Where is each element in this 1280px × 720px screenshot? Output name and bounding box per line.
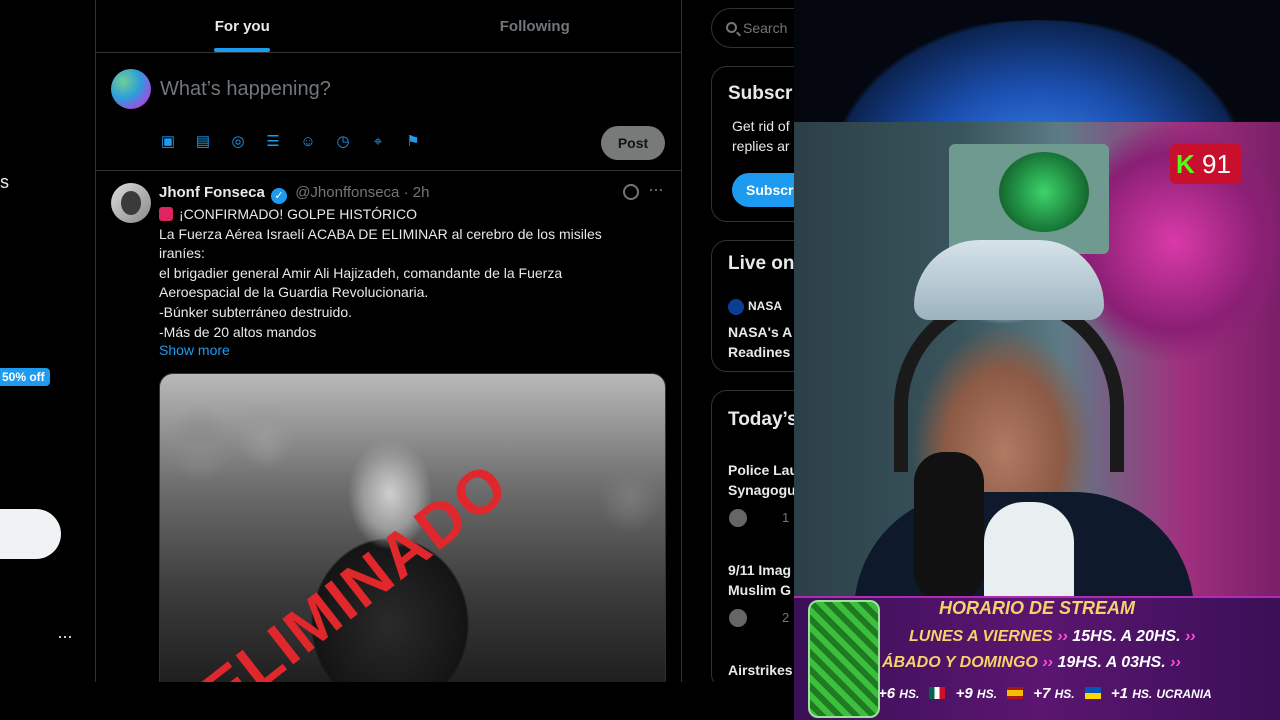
arrow-icon: ›› bbox=[1042, 654, 1053, 671]
schedule-row: LUNES A VIERNES ›› 15HS. A 20HS. ›› bbox=[909, 628, 1196, 645]
webcam-feed bbox=[794, 122, 1280, 612]
flag-icon[interactable]: ⚑ bbox=[405, 134, 421, 150]
tweet-line: Aeroespacial de la Guardia Revolucionari… bbox=[159, 284, 429, 301]
subscribe-button[interactable]: Subscr bbox=[732, 173, 794, 207]
live-source[interactable]: NASA bbox=[748, 299, 782, 313]
timeline-tabs: For you Following bbox=[96, 0, 681, 53]
tweet-time[interactable]: · 2h bbox=[404, 184, 430, 201]
premium-promo-badge[interactable]: 50% off bbox=[0, 368, 50, 386]
ellipsis-icon[interactable]: ··· bbox=[57, 626, 73, 647]
compose-toolbar: ▣ ▤ ◎ ☰ ☺ ◷ ⌖ ⚑ bbox=[160, 134, 421, 150]
show-more-link[interactable]: Show more bbox=[159, 342, 230, 358]
siren-icon bbox=[159, 207, 173, 221]
nasa-logo-icon bbox=[728, 299, 744, 315]
post-button[interactable] bbox=[0, 509, 61, 559]
streamer-shirt bbox=[854, 492, 1194, 612]
verified-badge-icon: ✓ bbox=[271, 188, 288, 204]
tweet-line: el brigadier general Amir Ali Hajizadeh,… bbox=[159, 264, 563, 281]
microphone bbox=[914, 452, 984, 602]
news-avatar bbox=[728, 508, 748, 528]
compose-post-button[interactable]: Post bbox=[601, 126, 665, 160]
grok-icon[interactable]: ◎ bbox=[230, 134, 246, 150]
search-icon bbox=[726, 22, 737, 33]
news-item[interactable]: 9/11 Imag Muslim G bbox=[728, 561, 791, 600]
live-title: Live on bbox=[728, 253, 794, 274]
ukraine-flag-icon bbox=[1084, 687, 1101, 699]
subscribe-title: Subscr bbox=[728, 83, 793, 104]
left-navigation: s 50% off ··· bbox=[0, 0, 95, 682]
subscribe-text: Get rid of replies ar bbox=[732, 118, 790, 154]
right-sidebar: Search Subscr Get rid of replies ar Subs… bbox=[682, 0, 794, 682]
radar-prop bbox=[949, 144, 1109, 254]
schedule-row: ÁBADO Y DOMINGO ›› 19HS. A 03HS. ›› bbox=[882, 654, 1181, 671]
tab-for-you[interactable]: For you bbox=[96, 0, 389, 52]
user-avatar[interactable] bbox=[111, 69, 151, 109]
news-item[interactable]: Police Lau Synagogu bbox=[728, 461, 794, 500]
search-input[interactable]: Search bbox=[711, 8, 794, 48]
spain-flag-icon bbox=[1007, 687, 1024, 699]
tweet-line: -Más de 20 altos mandos bbox=[159, 323, 317, 340]
tweet-line: -Búnker subterráneo destruido. bbox=[159, 303, 352, 320]
tweet-line: ¡CONFIRMADO! GOLPE HISTÓRICO bbox=[159, 205, 619, 225]
tweet-image[interactable]: ELIMINADO bbox=[159, 373, 666, 682]
tweet-line: La Fuerza Aérea Israelí ACABA DE ELIMINA… bbox=[159, 225, 602, 242]
eliminado-stamp: ELIMINADO bbox=[190, 449, 522, 682]
earth-banner bbox=[794, 0, 1280, 240]
news-title: Today’s bbox=[728, 409, 794, 430]
tweet-author-avatar[interactable] bbox=[111, 183, 151, 223]
mexico-flag-icon bbox=[929, 687, 946, 699]
gif-icon[interactable]: ▤ bbox=[195, 134, 211, 150]
bottom-black-bar bbox=[0, 682, 794, 720]
tweet-text: ¡CONFIRMADO! GOLPE HISTÓRICO La Fuerza A… bbox=[159, 205, 619, 342]
tab-following[interactable]: Following bbox=[389, 0, 682, 52]
channel-badge: K 91 bbox=[1170, 144, 1242, 184]
location-icon[interactable]: ⌖ bbox=[370, 134, 386, 150]
emoji-icon[interactable]: ☺ bbox=[300, 134, 316, 150]
tweet-author-handle[interactable]: @Jhonffonseca bbox=[295, 184, 399, 201]
tweet[interactable]: Jhonf Fonseca ✓ @Jhonffonseca · 2h ··· ¡… bbox=[96, 171, 681, 682]
compose-box: What’s happening? ▣ ▤ ◎ ☰ ☺ ◷ ⌖ ⚑ Post bbox=[96, 53, 681, 171]
compose-placeholder[interactable]: What’s happening? bbox=[160, 78, 331, 101]
search-placeholder: Search bbox=[743, 20, 788, 36]
channel-number: 91 bbox=[1202, 149, 1231, 179]
news-post-count: 1 bbox=[782, 510, 790, 525]
tweet-more-icon[interactable]: ··· bbox=[648, 179, 664, 200]
arrow-icon: ›› bbox=[1170, 654, 1181, 671]
subscribe-card: Subscr Get rid of replies ar Subscr bbox=[711, 66, 794, 222]
arrow-icon: ›› bbox=[1184, 628, 1196, 645]
image-icon[interactable]: ▣ bbox=[160, 134, 176, 150]
tweet-line: iraníes: bbox=[159, 245, 205, 262]
arrow-icon: ›› bbox=[1057, 628, 1068, 645]
news-post-count: 2 bbox=[782, 610, 790, 625]
mascot-jar bbox=[808, 600, 880, 718]
stream-overlay: K 91 HORARIO DE STREAM LUNES A VIERNES ›… bbox=[794, 0, 1280, 720]
schedule-icon[interactable]: ◷ bbox=[335, 134, 351, 150]
kick-logo: K bbox=[1176, 149, 1195, 179]
nav-item-partial-label[interactable]: s bbox=[0, 172, 9, 193]
news-card: Today’s Police Lau Synagogu 1 9/11 Imag … bbox=[711, 390, 794, 682]
grok-icon[interactable] bbox=[623, 184, 639, 200]
tweet-header: Jhonf Fonseca ✓ @Jhonffonseca · 2h bbox=[159, 184, 429, 204]
timezone-row: +6 HS. +9 HS. +7 HS. +1 HS. UCRANIA bbox=[878, 685, 1212, 702]
poll-icon[interactable]: ☰ bbox=[265, 134, 281, 150]
news-avatar bbox=[728, 608, 748, 628]
timeline: For you Following What’s happening? ▣ ▤ … bbox=[95, 0, 682, 682]
streamer-cap bbox=[914, 240, 1104, 320]
live-headline[interactable]: NASA's A Readines bbox=[728, 323, 792, 362]
news-item[interactable]: Airstrikes bbox=[728, 661, 793, 681]
tweet-author-name[interactable]: Jhonf Fonseca bbox=[159, 184, 265, 201]
live-card: Live on NASA NASA's A Readines bbox=[711, 240, 794, 372]
